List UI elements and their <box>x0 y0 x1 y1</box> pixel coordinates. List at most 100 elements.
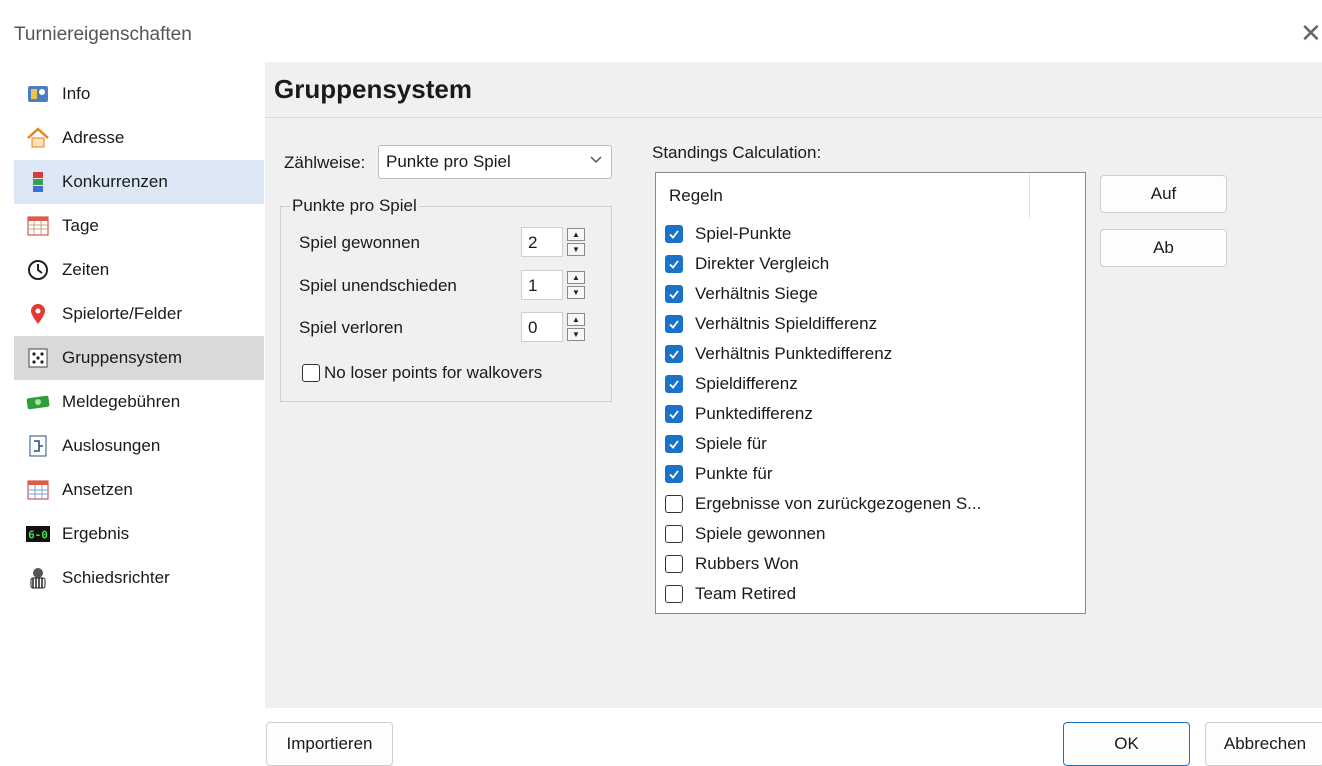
sidebar-item-gruppensystem[interactable]: Gruppensystem <box>14 336 264 380</box>
sidebar-item-konkurrenzen[interactable]: Konkurrenzen <box>14 160 264 204</box>
rule-checkbox[interactable] <box>665 315 683 333</box>
info-icon <box>26 82 50 106</box>
sidebar-item-label: Info <box>62 84 91 103</box>
walkover-label: No loser points for walkovers <box>324 363 543 382</box>
rule-checkbox[interactable] <box>665 495 683 513</box>
page-title: Gruppensystem <box>274 74 472 104</box>
sidebar-item-label: Spielorte/Felder <box>62 304 183 323</box>
rule-item[interactable]: Direkter Vergleich <box>665 250 1075 278</box>
rule-label: Ergebnisse von zurückgezogenen S... <box>695 494 982 513</box>
rule-item[interactable]: Spiele für <box>665 430 1075 458</box>
group-grid-icon <box>26 346 50 370</box>
window-title: Turniereigenschaften <box>14 24 192 45</box>
import-button[interactable]: Importieren <box>266 722 393 766</box>
counting-select[interactable]: Punkte pro Spiel <box>378 145 612 179</box>
rule-item[interactable]: Punktedifferenz <box>665 400 1075 428</box>
rule-item[interactable]: Team Retired <box>665 580 1075 608</box>
sidebar-item-label: Auslosungen <box>62 436 161 455</box>
rule-item[interactable]: Spiele gewonnen <box>665 520 1075 548</box>
rule-item[interactable]: Ergebnisse von zurückgezogenen S... <box>665 490 1075 518</box>
close-icon[interactable]: ✕ <box>1300 20 1322 48</box>
sidebar-item-label: Adresse <box>62 128 125 147</box>
sidebar-item-zeiten[interactable]: Zeiten <box>14 248 264 292</box>
schedule-icon <box>26 478 50 502</box>
rule-item[interactable]: Verhältnis Spieldifferenz <box>665 310 1075 338</box>
rule-item[interactable]: Spiel-Punkte <box>665 220 1075 248</box>
draw-stepper[interactable]: 1 ▲ ▼ <box>521 270 591 300</box>
sidebar-item-label: Ansetzen <box>62 480 133 499</box>
rules-column-header: Regeln <box>669 186 723 205</box>
sidebar-item-tage[interactable]: Tage <box>14 204 264 248</box>
move-up-button[interactable]: Auf <box>1100 175 1227 213</box>
move-down-button[interactable]: Ab <box>1100 229 1227 267</box>
spin-down-button[interactable]: ▼ <box>567 243 585 256</box>
money-icon <box>26 390 50 414</box>
rule-label: Punkte für <box>695 464 773 483</box>
spin-up-button[interactable]: ▲ <box>567 228 585 241</box>
spin-up-button[interactable]: ▲ <box>567 271 585 284</box>
sidebar-item-schiedsrichter[interactable]: Schiedsrichter <box>14 556 264 600</box>
walkover-checkbox[interactable] <box>302 364 320 382</box>
rule-checkbox[interactable] <box>665 225 683 243</box>
spin-down-button[interactable]: ▼ <box>567 286 585 299</box>
rule-label: Rubbers Won <box>695 554 799 573</box>
referee-icon <box>26 566 50 590</box>
won-stepper[interactable]: 2 ▲ ▼ <box>521 227 591 257</box>
sidebar-item-ansetzen[interactable]: Ansetzen <box>14 468 264 512</box>
rule-label: Verhältnis Siege <box>695 284 818 303</box>
spin-up-button[interactable]: ▲ <box>567 313 585 326</box>
rule-label: Verhältnis Spieldifferenz <box>695 314 878 333</box>
rule-item[interactable]: Verhältnis Siege <box>665 280 1075 308</box>
rule-checkbox[interactable] <box>665 525 683 543</box>
won-label: Spiel gewonnen <box>299 233 420 252</box>
sidebar-item-label: Zeiten <box>62 260 110 279</box>
cancel-button[interactable]: Abbrechen <box>1205 722 1322 766</box>
sidebar-item-adresse[interactable]: Adresse <box>14 116 264 160</box>
rule-label: Spiele für <box>695 434 767 453</box>
points-groupbox-legend: Punkte pro Spiel <box>290 196 419 216</box>
sidebar-item-meldegebuehren[interactable]: Meldegebühren <box>14 380 264 424</box>
sidebar-item-spielorte[interactable]: Spielorte/Felder <box>14 292 264 336</box>
draw-label: Spiel unendschieden <box>299 276 457 295</box>
rule-item[interactable]: Rubbers Won <box>665 550 1075 578</box>
draw-input[interactable]: 1 <box>521 270 563 300</box>
rule-checkbox[interactable] <box>665 255 683 273</box>
lost-value: 0 <box>528 318 538 337</box>
rule-item[interactable]: Punkte für <box>665 460 1075 488</box>
standings-label: Standings Calculation: <box>652 143 822 162</box>
column-separator <box>1029 174 1030 218</box>
draw-icon <box>26 434 50 458</box>
rule-label: Direkter Vergleich <box>695 254 830 273</box>
draw-value: 1 <box>528 276 538 295</box>
sidebar-item-auslosungen[interactable]: Auslosungen <box>14 424 264 468</box>
spin-down-button[interactable]: ▼ <box>567 328 585 341</box>
rule-checkbox[interactable] <box>665 375 683 393</box>
rule-checkbox[interactable] <box>665 465 683 483</box>
sidebar-item-ergebnis[interactable]: 6-0 Ergebnis <box>14 512 264 556</box>
rule-label: Punktedifferenz <box>695 404 813 423</box>
rule-checkbox[interactable] <box>665 435 683 453</box>
rule-checkbox[interactable] <box>665 555 683 573</box>
won-value: 2 <box>528 233 538 252</box>
sidebar-item-label: Tage <box>62 216 99 235</box>
rule-checkbox[interactable] <box>665 405 683 423</box>
rule-checkbox[interactable] <box>665 285 683 303</box>
sidebar-item-label: Ergebnis <box>62 524 130 543</box>
rule-checkbox[interactable] <box>665 345 683 363</box>
clock-icon <box>26 258 50 282</box>
lost-label: Spiel verloren <box>299 318 403 337</box>
location-pin-icon <box>26 302 50 326</box>
chevron-down-icon <box>589 152 603 166</box>
sidebar-item-info[interactable]: Info <box>14 72 264 116</box>
rule-item[interactable]: Verhältnis Punktedifferenz <box>665 340 1075 368</box>
lost-stepper[interactable]: 0 ▲ ▼ <box>521 312 591 342</box>
rule-label: Verhältnis Punktedifferenz <box>695 344 893 363</box>
rule-item[interactable]: Spieldifferenz <box>665 370 1075 398</box>
rule-checkbox[interactable] <box>665 585 683 603</box>
ok-button[interactable]: OK <box>1063 722 1190 766</box>
sidebar-item-label: Meldegebühren <box>62 392 181 411</box>
won-input[interactable]: 2 <box>521 227 563 257</box>
svg-text:6-0: 6-0 <box>28 529 48 542</box>
lost-input[interactable]: 0 <box>521 312 563 342</box>
sidebar-item-label: Gruppensystem <box>62 348 182 367</box>
